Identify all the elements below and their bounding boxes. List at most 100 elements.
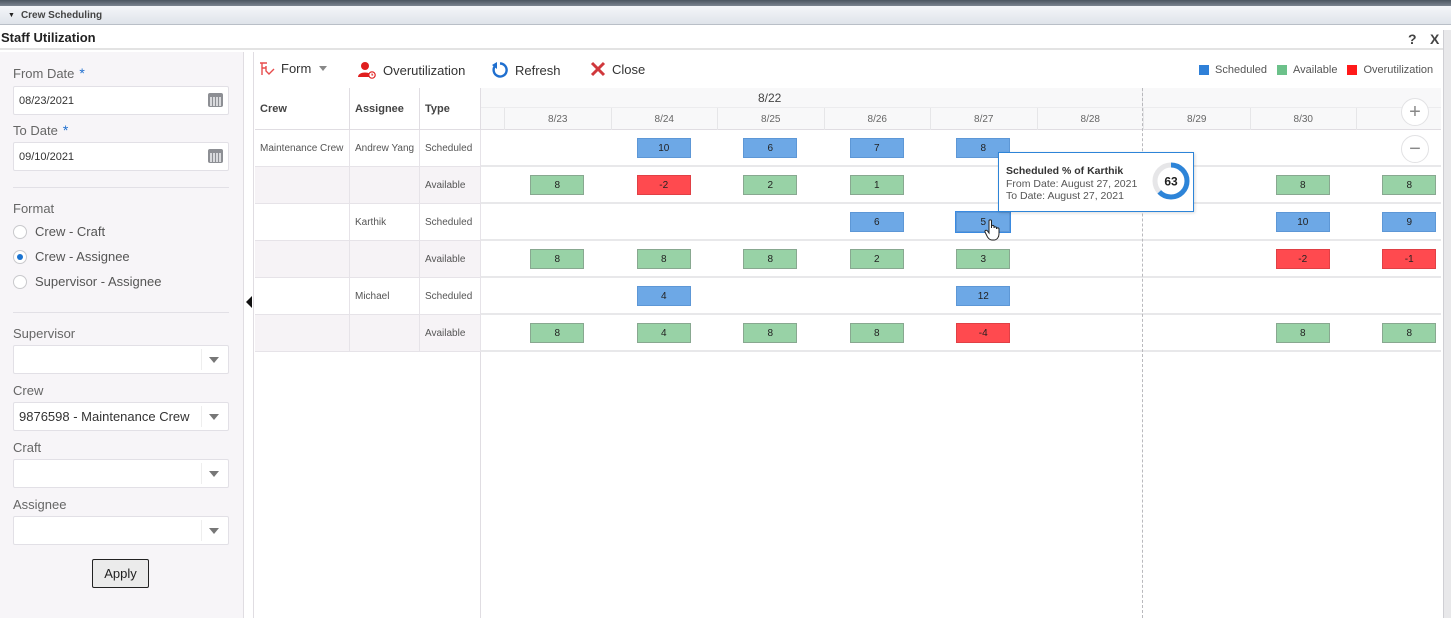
radio-button[interactable] <box>13 274 27 289</box>
help-button[interactable]: ? <box>1408 31 1417 47</box>
crew-select[interactable]: 9876598 - Maintenance Crew <box>13 402 229 431</box>
utilization-bar-overutilization[interactable]: -4 <box>956 323 1011 343</box>
refresh-button[interactable]: Refresh <box>491 61 561 79</box>
utilization-bar-available[interactable]: 2 <box>743 175 798 195</box>
date-column-header: 8/28 <box>1036 108 1144 130</box>
crew-label: Crew <box>13 383 44 398</box>
chevron-down-icon[interactable] <box>209 471 219 477</box>
utilization-bar-available[interactable]: 1 <box>849 175 904 195</box>
grid-cell-assignee[interactable]: Andrew Yang <box>350 130 420 167</box>
donut-percent-label: 63 <box>1164 175 1178 189</box>
grid-cell-type[interactable]: Scheduled <box>420 204 481 241</box>
format-option-supervisor-assignee[interactable]: Supervisor - Assignee <box>13 274 161 289</box>
panel-splitter[interactable] <box>244 52 254 618</box>
chevron-down-icon[interactable] <box>319 66 328 71</box>
timeline-chart: 8/22 8/238/248/258/268/278/288/298/308/ … <box>481 88 1441 618</box>
grid-cell-assignee[interactable] <box>350 241 420 278</box>
utilization-bar-available[interactable]: 2 <box>849 249 904 269</box>
chevron-down-icon[interactable] <box>209 357 219 363</box>
utilization-bar-available[interactable]: 8 <box>849 323 904 343</box>
utilization-bar-available[interactable]: 8 <box>1275 175 1330 195</box>
grid-cell-crew[interactable] <box>255 278 350 315</box>
utilization-bar-overutilization[interactable]: -1 <box>1382 249 1437 269</box>
utilization-bar-overutilization[interactable]: -2 <box>1275 249 1330 269</box>
utilization-bar-available[interactable]: 8 <box>530 249 585 269</box>
utilization-bar-available[interactable]: 8 <box>636 249 691 269</box>
utilization-bar-available[interactable]: 8 <box>1382 323 1437 343</box>
format-option-crew-assignee[interactable]: Crew - Assignee <box>13 249 130 264</box>
overutilization-button[interactable]: Overutilization <box>357 61 465 79</box>
grid-cell-crew[interactable]: Maintenance Crew <box>255 130 350 167</box>
grid-cell-assignee[interactable]: Karthik <box>350 204 420 241</box>
utilization-bar-available[interactable]: 8 <box>1382 175 1437 195</box>
close-button[interactable]: Close <box>590 61 645 77</box>
grid-cell-crew[interactable] <box>255 241 350 278</box>
calendar-icon[interactable] <box>208 93 223 107</box>
grid-cell-type[interactable]: Available <box>420 315 481 352</box>
vertical-scrollbar[interactable] <box>1443 30 1451 618</box>
utilization-bar-available[interactable]: 8 <box>530 323 585 343</box>
utilization-bar-available[interactable]: 3 <box>956 249 1011 269</box>
to-date-field[interactable]: 09/10/2021 <box>13 142 229 171</box>
timeline-row: 6 5 10 9 <box>481 204 1441 241</box>
collapse-left-icon[interactable] <box>246 296 252 308</box>
from-date-field[interactable]: 08/23/2021 <box>13 86 229 115</box>
utilization-bar-overutilization[interactable]: -2 <box>636 175 691 195</box>
grid-cell-type[interactable]: Scheduled <box>420 278 481 315</box>
radio-button-selected[interactable] <box>13 249 27 264</box>
collapse-triangle-icon[interactable]: ▼ <box>8 12 15 19</box>
grid-cell-type[interactable]: Available <box>420 241 481 278</box>
utilization-bar-available[interactable]: 4 <box>636 323 691 343</box>
column-header-crew[interactable]: Crew <box>255 88 350 130</box>
utilization-bar-available[interactable]: 8 <box>743 249 798 269</box>
form-menu-button[interactable]: Form <box>259 61 328 76</box>
apply-button[interactable]: Apply <box>92 559 149 588</box>
grid-cell-crew[interactable] <box>255 315 350 352</box>
utilization-bar-available[interactable]: 8 <box>530 175 585 195</box>
assignee-select[interactable] <box>13 516 229 545</box>
utilization-bar-scheduled[interactable]: 10 <box>636 138 691 158</box>
supervisor-select[interactable] <box>13 345 229 374</box>
legend-label-scheduled: Scheduled <box>1215 64 1267 76</box>
divider <box>13 312 229 313</box>
grid-cell-assignee[interactable] <box>350 167 420 204</box>
column-header-assignee[interactable]: Assignee <box>350 88 420 130</box>
grid-cell-type[interactable]: Scheduled <box>420 130 481 167</box>
utilization-bar-scheduled[interactable]: 10 <box>1275 212 1330 232</box>
page-title-bar: Staff Utilization ? X <box>0 25 1451 50</box>
utilization-bar-available[interactable]: 8 <box>743 323 798 343</box>
grid-cell-assignee[interactable] <box>350 315 420 352</box>
crew-select-value: 9876598 - Maintenance Crew <box>19 409 190 424</box>
form-icon <box>260 61 275 75</box>
grid-cell-crew[interactable] <box>255 204 350 241</box>
utilization-bar-available[interactable]: 8 <box>1275 323 1330 343</box>
date-column-header: 8/26 <box>823 108 931 130</box>
chevron-down-icon[interactable] <box>209 528 219 534</box>
grid-cell-type[interactable]: Available <box>420 167 481 204</box>
grid-cell-assignee[interactable]: Michael <box>350 278 420 315</box>
craft-select[interactable] <box>13 459 229 488</box>
module-header[interactable]: ▼ Crew Scheduling <box>0 6 1451 25</box>
legend-label-available: Available <box>1293 64 1338 76</box>
calendar-icon[interactable] <box>208 149 223 163</box>
zoom-in-button[interactable]: + <box>1401 98 1429 126</box>
zoom-out-button[interactable]: − <box>1401 135 1429 163</box>
utilization-bar-scheduled[interactable]: 4 <box>636 286 691 306</box>
user-alert-icon <box>358 62 376 79</box>
format-option-crew-craft[interactable]: Crew - Craft <box>13 224 105 239</box>
utilization-bar-scheduled[interactable]: 7 <box>849 138 904 158</box>
column-header-type[interactable]: Type <box>420 88 481 130</box>
craft-label: Craft <box>13 440 42 455</box>
close-window-button[interactable]: X <box>1430 31 1439 47</box>
chevron-down-icon[interactable] <box>209 414 219 420</box>
utilization-bar-scheduled[interactable]: 9 <box>1382 212 1437 232</box>
legend-label-overutilization: Overutilization <box>1363 64 1434 76</box>
timeline-row: 8 4 8 8 -4 8 8 <box>481 315 1441 352</box>
legend: Scheduled Available Overutilization <box>1199 64 1433 76</box>
utilization-bar-scheduled[interactable]: 6 <box>743 138 798 158</box>
radio-button[interactable] <box>13 224 27 239</box>
resource-grid: Crew Assignee Type Maintenance Crew Andre… <box>255 88 481 618</box>
utilization-bar-scheduled[interactable]: 6 <box>849 212 904 232</box>
grid-cell-crew[interactable] <box>255 167 350 204</box>
utilization-bar-scheduled[interactable]: 12 <box>956 286 1011 306</box>
